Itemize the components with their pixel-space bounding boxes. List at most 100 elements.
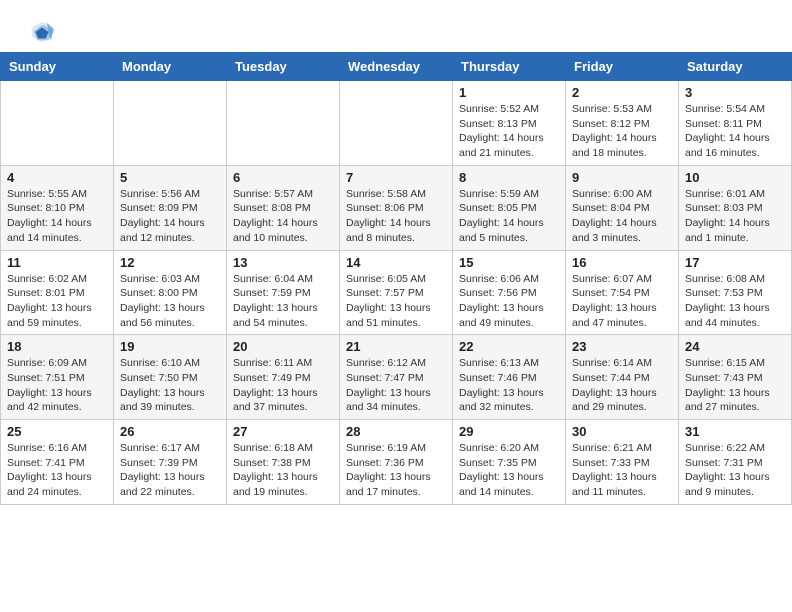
calendar-cell xyxy=(340,81,453,166)
day-number: 4 xyxy=(7,170,107,185)
calendar-week-row: 18 Sunrise: 6:09 AM Sunset: 7:51 PM Dayli… xyxy=(1,335,792,420)
day-info: Sunrise: 6:10 AM Sunset: 7:50 PM Dayligh… xyxy=(120,356,220,415)
calendar-week-row: 4 Sunrise: 5:55 AM Sunset: 8:10 PM Daylig… xyxy=(1,165,792,250)
page-header xyxy=(0,0,792,48)
day-number: 26 xyxy=(120,424,220,439)
calendar-cell: 10 Sunrise: 6:01 AM Sunset: 8:03 PM Dayli… xyxy=(679,165,792,250)
day-number: 3 xyxy=(685,85,785,100)
day-info: Sunrise: 6:03 AM Sunset: 8:00 PM Dayligh… xyxy=(120,272,220,331)
calendar-cell: 6 Sunrise: 5:57 AM Sunset: 8:08 PM Daylig… xyxy=(227,165,340,250)
day-info: Sunrise: 6:08 AM Sunset: 7:53 PM Dayligh… xyxy=(685,272,785,331)
day-info: Sunrise: 5:59 AM Sunset: 8:05 PM Dayligh… xyxy=(459,187,559,246)
weekday-header: Monday xyxy=(114,53,227,81)
day-info: Sunrise: 6:22 AM Sunset: 7:31 PM Dayligh… xyxy=(685,441,785,500)
day-info: Sunrise: 6:17 AM Sunset: 7:39 PM Dayligh… xyxy=(120,441,220,500)
day-number: 18 xyxy=(7,339,107,354)
day-info: Sunrise: 6:21 AM Sunset: 7:33 PM Dayligh… xyxy=(572,441,672,500)
day-info: Sunrise: 6:02 AM Sunset: 8:01 PM Dayligh… xyxy=(7,272,107,331)
calendar-cell: 24 Sunrise: 6:15 AM Sunset: 7:43 PM Dayli… xyxy=(679,335,792,420)
calendar-cell: 27 Sunrise: 6:18 AM Sunset: 7:38 PM Dayli… xyxy=(227,420,340,505)
weekday-header: Wednesday xyxy=(340,53,453,81)
calendar-cell: 1 Sunrise: 5:52 AM Sunset: 8:13 PM Daylig… xyxy=(453,81,566,166)
calendar-cell: 18 Sunrise: 6:09 AM Sunset: 7:51 PM Dayli… xyxy=(1,335,114,420)
calendar-cell: 15 Sunrise: 6:06 AM Sunset: 7:56 PM Dayli… xyxy=(453,250,566,335)
day-info: Sunrise: 6:00 AM Sunset: 8:04 PM Dayligh… xyxy=(572,187,672,246)
day-number: 15 xyxy=(459,255,559,270)
weekday-header: Sunday xyxy=(1,53,114,81)
day-info: Sunrise: 6:20 AM Sunset: 7:35 PM Dayligh… xyxy=(459,441,559,500)
day-info: Sunrise: 6:06 AM Sunset: 7:56 PM Dayligh… xyxy=(459,272,559,331)
calendar-week-row: 11 Sunrise: 6:02 AM Sunset: 8:01 PM Dayli… xyxy=(1,250,792,335)
day-info: Sunrise: 6:14 AM Sunset: 7:44 PM Dayligh… xyxy=(572,356,672,415)
day-number: 1 xyxy=(459,85,559,100)
weekday-header: Friday xyxy=(566,53,679,81)
calendar-cell: 5 Sunrise: 5:56 AM Sunset: 8:09 PM Daylig… xyxy=(114,165,227,250)
day-number: 25 xyxy=(7,424,107,439)
calendar-cell: 29 Sunrise: 6:20 AM Sunset: 7:35 PM Dayli… xyxy=(453,420,566,505)
day-number: 28 xyxy=(346,424,446,439)
calendar-cell: 4 Sunrise: 5:55 AM Sunset: 8:10 PM Daylig… xyxy=(1,165,114,250)
day-number: 29 xyxy=(459,424,559,439)
day-number: 20 xyxy=(233,339,333,354)
day-info: Sunrise: 6:18 AM Sunset: 7:38 PM Dayligh… xyxy=(233,441,333,500)
day-info: Sunrise: 5:55 AM Sunset: 8:10 PM Dayligh… xyxy=(7,187,107,246)
day-info: Sunrise: 5:52 AM Sunset: 8:13 PM Dayligh… xyxy=(459,102,559,161)
day-number: 21 xyxy=(346,339,446,354)
calendar: SundayMondayTuesdayWednesdayThursdayFrid… xyxy=(0,52,792,505)
day-number: 16 xyxy=(572,255,672,270)
day-number: 10 xyxy=(685,170,785,185)
calendar-cell: 21 Sunrise: 6:12 AM Sunset: 7:47 PM Dayli… xyxy=(340,335,453,420)
day-info: Sunrise: 5:58 AM Sunset: 8:06 PM Dayligh… xyxy=(346,187,446,246)
day-number: 9 xyxy=(572,170,672,185)
calendar-cell: 9 Sunrise: 6:00 AM Sunset: 8:04 PM Daylig… xyxy=(566,165,679,250)
day-info: Sunrise: 6:13 AM Sunset: 7:46 PM Dayligh… xyxy=(459,356,559,415)
calendar-cell: 19 Sunrise: 6:10 AM Sunset: 7:50 PM Dayli… xyxy=(114,335,227,420)
day-info: Sunrise: 6:11 AM Sunset: 7:49 PM Dayligh… xyxy=(233,356,333,415)
calendar-cell: 16 Sunrise: 6:07 AM Sunset: 7:54 PM Dayli… xyxy=(566,250,679,335)
calendar-cell: 31Sunrise: 6:22 AM Sunset: 7:31 PM Dayli… xyxy=(679,420,792,505)
calendar-cell: 20 Sunrise: 6:11 AM Sunset: 7:49 PM Dayli… xyxy=(227,335,340,420)
day-number: 2 xyxy=(572,85,672,100)
calendar-cell: 23Sunrise: 6:14 AM Sunset: 7:44 PM Dayli… xyxy=(566,335,679,420)
calendar-cell xyxy=(114,81,227,166)
calendar-cell xyxy=(227,81,340,166)
day-info: Sunrise: 6:01 AM Sunset: 8:03 PM Dayligh… xyxy=(685,187,785,246)
calendar-cell: 7 Sunrise: 5:58 AM Sunset: 8:06 PM Daylig… xyxy=(340,165,453,250)
day-number: 19 xyxy=(120,339,220,354)
calendar-week-row: 25Sunrise: 6:16 AM Sunset: 7:41 PM Dayli… xyxy=(1,420,792,505)
day-info: Sunrise: 6:19 AM Sunset: 7:36 PM Dayligh… xyxy=(346,441,446,500)
calendar-cell: 12 Sunrise: 6:03 AM Sunset: 8:00 PM Dayli… xyxy=(114,250,227,335)
day-info: Sunrise: 6:09 AM Sunset: 7:51 PM Dayligh… xyxy=(7,356,107,415)
calendar-cell: 30 Sunrise: 6:21 AM Sunset: 7:33 PM Dayli… xyxy=(566,420,679,505)
calendar-cell: 14Sunrise: 6:05 AM Sunset: 7:57 PM Dayli… xyxy=(340,250,453,335)
calendar-cell: 25Sunrise: 6:16 AM Sunset: 7:41 PM Dayli… xyxy=(1,420,114,505)
day-number: 22 xyxy=(459,339,559,354)
day-info: Sunrise: 5:57 AM Sunset: 8:08 PM Dayligh… xyxy=(233,187,333,246)
day-number: 14 xyxy=(346,255,446,270)
day-number: 11 xyxy=(7,255,107,270)
calendar-cell: 13Sunrise: 6:04 AM Sunset: 7:59 PM Dayli… xyxy=(227,250,340,335)
day-info: Sunrise: 5:56 AM Sunset: 8:09 PM Dayligh… xyxy=(120,187,220,246)
calendar-cell xyxy=(1,81,114,166)
day-number: 24 xyxy=(685,339,785,354)
calendar-week-row: 1 Sunrise: 5:52 AM Sunset: 8:13 PM Daylig… xyxy=(1,81,792,166)
calendar-cell: 28 Sunrise: 6:19 AM Sunset: 7:36 PM Dayli… xyxy=(340,420,453,505)
day-info: Sunrise: 6:07 AM Sunset: 7:54 PM Dayligh… xyxy=(572,272,672,331)
day-number: 30 xyxy=(572,424,672,439)
day-info: Sunrise: 5:53 AM Sunset: 8:12 PM Dayligh… xyxy=(572,102,672,161)
day-number: 7 xyxy=(346,170,446,185)
weekday-header: Tuesday xyxy=(227,53,340,81)
day-number: 27 xyxy=(233,424,333,439)
day-number: 6 xyxy=(233,170,333,185)
weekday-header: Thursday xyxy=(453,53,566,81)
day-info: Sunrise: 6:12 AM Sunset: 7:47 PM Dayligh… xyxy=(346,356,446,415)
calendar-cell: 17Sunrise: 6:08 AM Sunset: 7:53 PM Dayli… xyxy=(679,250,792,335)
day-info: Sunrise: 6:04 AM Sunset: 7:59 PM Dayligh… xyxy=(233,272,333,331)
day-number: 8 xyxy=(459,170,559,185)
calendar-header-row: SundayMondayTuesdayWednesdayThursdayFrid… xyxy=(1,53,792,81)
calendar-cell: 22 Sunrise: 6:13 AM Sunset: 7:46 PM Dayli… xyxy=(453,335,566,420)
day-number: 5 xyxy=(120,170,220,185)
day-info: Sunrise: 6:15 AM Sunset: 7:43 PM Dayligh… xyxy=(685,356,785,415)
day-number: 12 xyxy=(120,255,220,270)
calendar-cell: 11 Sunrise: 6:02 AM Sunset: 8:01 PM Dayli… xyxy=(1,250,114,335)
